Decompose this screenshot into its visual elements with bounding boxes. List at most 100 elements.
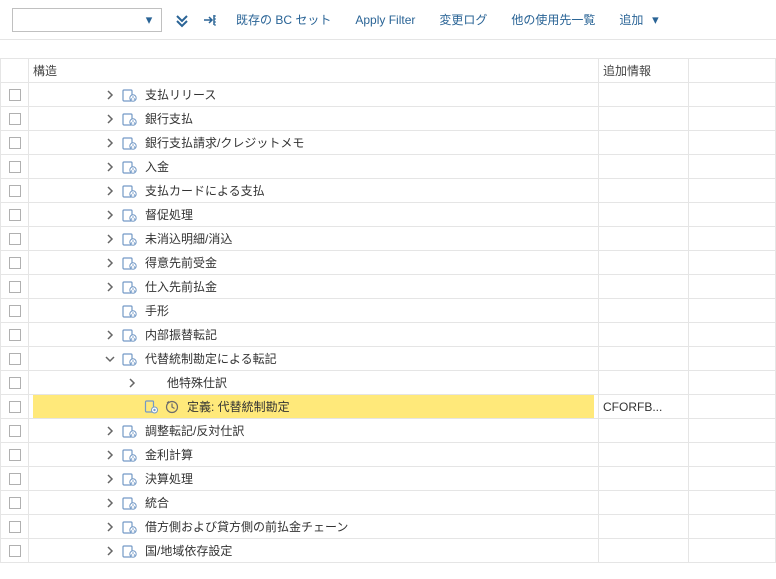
- row-label[interactable]: 内部振替転記: [141, 326, 217, 343]
- row-checkbox[interactable]: [9, 497, 21, 509]
- add-button[interactable]: 追加 ▾: [613, 9, 669, 30]
- row-checkbox[interactable]: [9, 329, 21, 341]
- row-checkbox[interactable]: [9, 209, 21, 221]
- table-row[interactable]: 調整転記/反対仕訳: [1, 419, 776, 443]
- row-checkbox[interactable]: [9, 353, 21, 365]
- chevron-right-icon[interactable]: [103, 496, 117, 510]
- chevron-right-icon[interactable]: [125, 376, 139, 390]
- row-checkbox[interactable]: [9, 89, 21, 101]
- row-checkbox[interactable]: [9, 257, 21, 269]
- chevron-right-icon[interactable]: [103, 232, 117, 246]
- row-tail-cell: [689, 203, 776, 227]
- table-row[interactable]: 定義: 代替統制勘定CFORFB...: [1, 395, 776, 419]
- leaf-icon: [143, 399, 159, 415]
- row-label[interactable]: 調整転記/反対仕訳: [141, 422, 244, 439]
- row-label[interactable]: 銀行支払: [141, 110, 193, 127]
- chevron-right-icon[interactable]: [103, 448, 117, 462]
- row-label[interactable]: 督促処理: [141, 206, 193, 223]
- chevron-right-icon[interactable]: [103, 328, 117, 342]
- table-row[interactable]: 他特殊仕訳: [1, 371, 776, 395]
- table-row[interactable]: 借方側および貸方側の前払金チェーン: [1, 515, 776, 539]
- row-label[interactable]: 代替統制勘定による転記: [141, 350, 277, 367]
- row-label[interactable]: 支払リリース: [141, 86, 216, 103]
- chevron-right-icon[interactable]: [103, 544, 117, 558]
- row-label[interactable]: 統合: [141, 494, 169, 511]
- table-row[interactable]: 得意先前受金: [1, 251, 776, 275]
- table-row[interactable]: 支払リリース: [1, 83, 776, 107]
- row-checkbox[interactable]: [9, 401, 21, 413]
- row-label[interactable]: 金利計算: [141, 446, 193, 463]
- row-checkbox[interactable]: [9, 425, 21, 437]
- table-row[interactable]: 国/地域依存設定: [1, 539, 776, 563]
- row-checkbox[interactable]: [9, 113, 21, 125]
- chevron-right-icon[interactable]: [103, 184, 117, 198]
- table-row[interactable]: 金利計算: [1, 443, 776, 467]
- apply-filter-button[interactable]: Apply Filter: [349, 11, 421, 29]
- table-row[interactable]: 入金: [1, 155, 776, 179]
- chevron-right-icon[interactable]: [103, 280, 117, 294]
- row-label[interactable]: 支払カードによる支払: [141, 182, 265, 199]
- table-row[interactable]: 手形: [1, 299, 776, 323]
- row-label[interactable]: 決算処理: [141, 470, 193, 487]
- row-label[interactable]: 得意先前受金: [141, 254, 217, 271]
- row-checkbox[interactable]: [9, 233, 21, 245]
- col-header-struct[interactable]: 構造: [29, 59, 599, 83]
- row-checkbox[interactable]: [9, 473, 21, 485]
- chevron-right-icon[interactable]: [103, 472, 117, 486]
- table-row[interactable]: 銀行支払請求/クレジットメモ: [1, 131, 776, 155]
- row-label[interactable]: 国/地域依存設定: [141, 542, 232, 559]
- change-log-button[interactable]: 変更ログ: [433, 9, 493, 30]
- row-label[interactable]: 手形: [141, 302, 169, 319]
- table-row[interactable]: 統合: [1, 491, 776, 515]
- row-checkbox[interactable]: [9, 161, 21, 173]
- chevron-right-icon[interactable]: [103, 112, 117, 126]
- table-row[interactable]: 支払カードによる支払: [1, 179, 776, 203]
- row-label[interactable]: 入金: [141, 158, 169, 175]
- table-row[interactable]: 未消込明細/消込: [1, 227, 776, 251]
- insert-icon[interactable]: [202, 12, 218, 28]
- chevron-right-icon[interactable]: [103, 256, 117, 270]
- row-checkbox[interactable]: [9, 377, 21, 389]
- row-checkbox-cell: [1, 515, 29, 539]
- row-label[interactable]: 他特殊仕訳: [163, 374, 227, 391]
- bc-set-button[interactable]: 既存の BC セット: [230, 9, 337, 30]
- row-checkbox[interactable]: [9, 305, 21, 317]
- row-checkbox[interactable]: [9, 449, 21, 461]
- row-checkbox[interactable]: [9, 281, 21, 293]
- row-extra-cell: [599, 491, 689, 515]
- row-tail-cell: [689, 107, 776, 131]
- row-tail-cell: [689, 371, 776, 395]
- row-label[interactable]: 未消込明細/消込: [141, 230, 232, 247]
- expand-all-icon[interactable]: [174, 12, 190, 28]
- row-checkbox[interactable]: [9, 521, 21, 533]
- row-checkbox[interactable]: [9, 137, 21, 149]
- row-checkbox[interactable]: [9, 185, 21, 197]
- other-where-used-button[interactable]: 他の使用先一覧: [505, 9, 601, 30]
- row-label[interactable]: 定義: 代替統制勘定: [183, 398, 290, 415]
- row-checkbox-cell: [1, 323, 29, 347]
- table-row[interactable]: 督促処理: [1, 203, 776, 227]
- toolbar-combo[interactable]: ▾: [12, 8, 162, 32]
- row-label[interactable]: 借方側および貸方側の前払金チェーン: [141, 518, 348, 535]
- chevron-right-icon[interactable]: [103, 88, 117, 102]
- chevron-right-icon[interactable]: [103, 520, 117, 534]
- row-label[interactable]: 銀行支払請求/クレジットメモ: [141, 134, 304, 151]
- table-row[interactable]: 銀行支払: [1, 107, 776, 131]
- col-header-extra[interactable]: 追加情報: [599, 59, 689, 83]
- table-row[interactable]: 内部振替転記: [1, 323, 776, 347]
- table-row[interactable]: 代替統制勘定による転記: [1, 347, 776, 371]
- chevron-right-icon[interactable]: [103, 160, 117, 174]
- chevron-down-icon[interactable]: [103, 352, 117, 366]
- chevron-right-icon[interactable]: [103, 424, 117, 438]
- node-icon: [121, 87, 137, 103]
- row-checkbox-cell: [1, 227, 29, 251]
- row-tail-cell: [689, 275, 776, 299]
- row-label[interactable]: 仕入先前払金: [141, 278, 217, 295]
- row-extra-cell: [599, 83, 689, 107]
- row-struct-cell: 金利計算: [29, 443, 599, 467]
- table-row[interactable]: 決算処理: [1, 467, 776, 491]
- chevron-right-icon[interactable]: [103, 136, 117, 150]
- chevron-right-icon[interactable]: [103, 208, 117, 222]
- table-row[interactable]: 仕入先前払金: [1, 275, 776, 299]
- row-checkbox[interactable]: [9, 545, 21, 557]
